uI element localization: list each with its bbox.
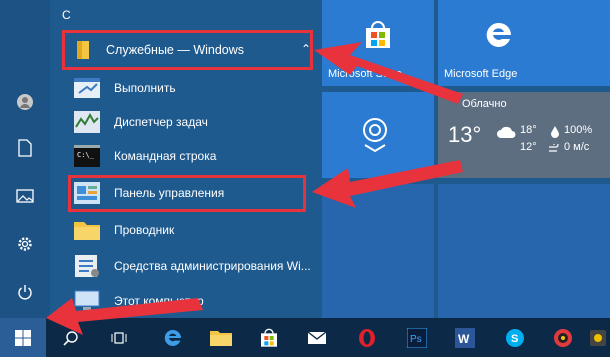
weather-low: 12° [520,141,537,153]
weather-humidity: 100% [564,124,593,136]
explorer-icon[interactable] [198,318,244,357]
app-admin-tools[interactable]: Средства администрирования Wi... [72,250,332,282]
store-tile[interactable]: Microsoft Store [322,0,434,86]
start-menu: С Служебные — Windows ⌃ Выполнить Диспет… [0,0,610,318]
edge-icon[interactable] [150,318,196,357]
cmd-icon: C:\_ [72,142,102,170]
store-tile-label: Microsoft Store [328,68,402,80]
edge-tile-label: Microsoft Edge [444,68,518,80]
weather-condition: Облачно [462,98,507,110]
store-icon [363,20,393,55]
highlight-control-panel-box [68,175,306,212]
app-label: Командная строка [114,149,217,163]
this-pc-icon [72,287,102,315]
app-icon[interactable] [540,318,586,357]
word-icon[interactable]: W [442,318,488,357]
app-label: Средства администрирования Wi... [114,259,311,273]
app-label: Выполнить [114,81,176,95]
app-label: Проводник [114,223,175,237]
search-icon[interactable] [48,318,94,357]
run-icon [72,74,102,102]
documents-icon[interactable] [0,128,50,168]
empty-tile-2[interactable] [438,184,610,318]
windows-start-icon[interactable] [0,318,46,357]
weather-tile[interactable]: Облачно 13° 18° 12° 100% 0 м/с [438,92,610,178]
app-run[interactable]: Выполнить [72,72,332,104]
svg-text:S: S [511,333,518,345]
wind-icon [549,141,559,159]
maps-tile[interactable] [322,92,434,178]
app-explorer[interactable]: Проводник [72,214,332,246]
app-icon-2[interactable] [586,318,610,357]
opera-icon[interactable] [344,318,390,357]
power-icon[interactable] [0,272,50,312]
weather-wind: 0 м/с [564,141,590,153]
maps-pin-icon [358,117,392,158]
section-letter[interactable]: С [62,8,71,22]
explorer-icon [72,216,102,244]
taskbar: Ps W S [0,318,610,357]
edge-icon [484,20,514,55]
task-view-icon[interactable] [96,318,142,357]
store-icon[interactable] [246,318,292,357]
app-list: С Служебные — Windows ⌃ Выполнить Диспет… [50,0,322,318]
pictures-icon[interactable] [0,176,50,216]
svg-text:C:\_: C:\_ [77,151,95,159]
svg-text:Ps: Ps [410,334,422,345]
start-left-rail [0,0,50,318]
svg-text:W: W [458,332,470,346]
skype-icon[interactable]: S [492,318,538,357]
app-label: Этот компьютер [114,294,204,308]
app-label: Диспетчер задач [114,115,208,129]
app-command-prompt[interactable]: C:\_ Командная строка [72,140,332,172]
cloud-icon [496,124,516,145]
tiles-area: Microsoft Store Microsoft Edge Облачно 1… [322,0,610,318]
app-this-pc[interactable]: Этот компьютер [72,285,332,317]
edge-tile[interactable]: Microsoft Edge [438,0,610,86]
mail-icon[interactable] [294,318,340,357]
app-task-manager[interactable]: Диспетчер задач [72,106,332,138]
weather-temp: 13° [448,122,482,147]
settings-gear-icon[interactable] [0,224,50,264]
highlight-group-box [62,30,313,70]
task-manager-icon [72,108,102,136]
user-avatar-icon[interactable] [0,82,50,122]
empty-tile-1[interactable] [322,184,434,318]
admin-tools-icon [72,252,102,280]
photoshop-icon[interactable]: Ps [394,318,440,357]
weather-high: 18° [520,124,537,136]
